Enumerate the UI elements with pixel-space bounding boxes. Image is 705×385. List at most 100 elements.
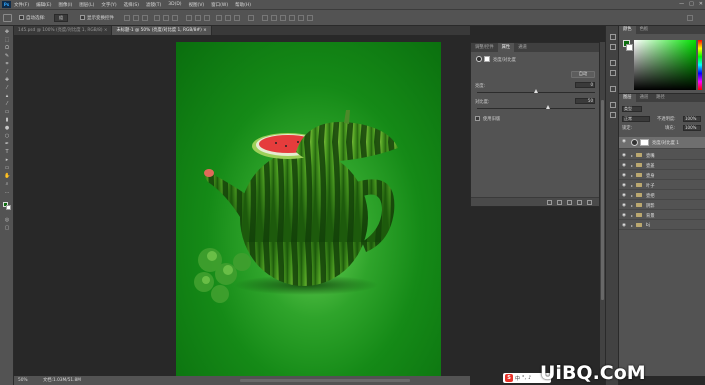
horizontal-scrollbar[interactable] bbox=[240, 379, 410, 382]
eye-icon[interactable]: ◉ bbox=[622, 173, 626, 178]
layer-group-row[interactable]: ◉ ▸ 阴影 bbox=[619, 201, 705, 210]
layer-group-row[interactable]: ◉ ▸ bj bbox=[619, 221, 705, 230]
3d-roll-icon[interactable] bbox=[280, 15, 286, 21]
layer-group-row[interactable]: ◉ ▸ 壶身 bbox=[619, 171, 705, 180]
eye-icon[interactable]: ◉ bbox=[622, 183, 626, 188]
maximize-button[interactable]: □ bbox=[689, 1, 694, 7]
paragraph-icon[interactable] bbox=[610, 86, 616, 92]
expand-arrow-icon[interactable]: ▸ bbox=[631, 153, 633, 158]
microphone-icon[interactable]: ♪ bbox=[528, 375, 531, 381]
menu-3d[interactable]: 3D(D) bbox=[168, 2, 181, 7]
menu-layer[interactable]: 图层(L) bbox=[79, 2, 94, 8]
zoom-tool-icon[interactable]: ⌕ bbox=[4, 182, 10, 187]
close-button[interactable]: ✕ bbox=[699, 1, 703, 7]
expand-arrow-icon[interactable]: ▸ bbox=[631, 173, 633, 178]
layer-filter-dropdown[interactable]: 类型 bbox=[622, 106, 642, 112]
pen-tool-icon[interactable]: ✒ bbox=[4, 142, 10, 147]
brightness-field[interactable]: 0 bbox=[575, 82, 595, 88]
3d-slide-icon[interactable] bbox=[298, 15, 304, 21]
3d-scale-icon[interactable] bbox=[307, 15, 313, 21]
eye-icon[interactable]: ◉ bbox=[622, 203, 626, 208]
distribute-middle-icon[interactable] bbox=[195, 15, 201, 21]
menu-help[interactable]: 帮助(H) bbox=[235, 2, 251, 8]
fill-field[interactable]: 100% bbox=[683, 125, 701, 131]
expand-arrow-icon[interactable]: ▸ bbox=[631, 163, 633, 168]
tab-layers[interactable]: 图层 bbox=[619, 94, 636, 102]
character-icon[interactable] bbox=[610, 70, 616, 76]
menu-edit[interactable]: 编辑(E) bbox=[36, 2, 51, 8]
distribute-right-icon[interactable] bbox=[234, 15, 240, 21]
move-tool-preset-icon[interactable] bbox=[3, 14, 12, 22]
brush-presets-icon[interactable] bbox=[610, 60, 616, 66]
actions-icon[interactable] bbox=[610, 44, 616, 50]
align-middle-icon[interactable] bbox=[133, 15, 139, 21]
color-field[interactable] bbox=[634, 40, 696, 90]
tab-layer-channels[interactable]: 通道 bbox=[636, 94, 653, 102]
clone-stamp-tool-icon[interactable]: ▴ bbox=[4, 94, 10, 99]
blend-mode-dropdown[interactable]: 正常 bbox=[622, 116, 650, 122]
tab-color[interactable]: 颜色 bbox=[619, 26, 636, 34]
tab-channels[interactable]: 通道 bbox=[514, 43, 531, 52]
move-tool-icon[interactable]: ✥ bbox=[4, 30, 10, 35]
healing-brush-tool-icon[interactable]: ✚ bbox=[4, 78, 10, 83]
menu-type[interactable]: 文字(Y) bbox=[101, 2, 116, 8]
eraser-tool-icon[interactable]: ▭ bbox=[4, 110, 10, 115]
contrast-field[interactable]: 50 bbox=[575, 98, 595, 104]
minimize-button[interactable]: — bbox=[679, 1, 684, 7]
clip-to-layer-icon[interactable] bbox=[547, 200, 552, 205]
quick-mask-icon[interactable]: ◎ bbox=[4, 218, 10, 223]
reset-icon[interactable] bbox=[567, 200, 572, 205]
eye-icon[interactable]: ◉ bbox=[622, 193, 626, 198]
screen-mode-icon[interactable]: ▢ bbox=[4, 226, 10, 231]
doc-tab-1[interactable]: 145.psd @ 100% (亮度/对比度 1, RGB/8) × bbox=[14, 26, 113, 35]
menu-filter[interactable]: 滤镜(T) bbox=[146, 2, 161, 8]
shape-tool-icon[interactable]: ▭ bbox=[4, 166, 10, 171]
type-tool-icon[interactable]: T bbox=[4, 150, 10, 155]
history-brush-tool-icon[interactable]: ⁄ bbox=[4, 102, 10, 107]
eye-icon[interactable]: ◉ bbox=[622, 213, 626, 218]
layer-group-row[interactable]: ◉ ▸ 背景 bbox=[619, 211, 705, 220]
mask-icon[interactable] bbox=[484, 56, 490, 62]
menu-select[interactable]: 选择(S) bbox=[124, 2, 139, 8]
layer-group-row[interactable]: ◉ ▸ 壶嘴 bbox=[619, 151, 705, 160]
crop-tool-icon[interactable]: ⌗ bbox=[4, 62, 10, 67]
tab-swatches[interactable]: 色板 bbox=[636, 26, 653, 34]
document-canvas[interactable] bbox=[176, 42, 441, 376]
auto-select-dropdown[interactable]: 组 bbox=[54, 14, 68, 22]
layer-mask-thumbnail[interactable] bbox=[640, 139, 649, 146]
layer-group-row[interactable]: ◉ ▸ 壶盖 bbox=[619, 161, 705, 170]
3d-pan-icon[interactable] bbox=[289, 15, 295, 21]
gradient-tool-icon[interactable]: ▮ bbox=[4, 118, 10, 123]
background-swatch[interactable] bbox=[6, 205, 11, 210]
tab-adjustments[interactable]: 调整/控件 bbox=[471, 43, 498, 52]
view-previous-icon[interactable] bbox=[557, 200, 562, 205]
hand-tool-icon[interactable]: ✋ bbox=[4, 174, 10, 179]
path-select-tool-icon[interactable]: ▸ bbox=[4, 158, 10, 163]
distribute-center-icon[interactable] bbox=[225, 15, 231, 21]
3d-rotate-icon[interactable] bbox=[271, 15, 277, 21]
auto-button[interactable]: 自动 bbox=[571, 71, 595, 78]
layer-group-row[interactable]: ◉ ▸ 叶子 bbox=[619, 181, 705, 190]
align-bottom-icon[interactable] bbox=[142, 15, 148, 21]
navigator-icon[interactable] bbox=[610, 112, 616, 118]
delete-icon[interactable] bbox=[587, 200, 592, 205]
expand-arrow-icon[interactable]: ▸ bbox=[631, 183, 633, 188]
legacy-checkbox[interactable] bbox=[475, 116, 480, 121]
align-left-icon[interactable] bbox=[154, 15, 160, 21]
3d-mode-icon[interactable] bbox=[262, 15, 268, 21]
expand-arrow-icon[interactable]: ▸ bbox=[631, 203, 633, 208]
zoom-readout[interactable]: 50% bbox=[18, 378, 28, 383]
menu-file[interactable]: 文件(F) bbox=[14, 2, 29, 8]
menu-view[interactable]: 视图(V) bbox=[189, 2, 205, 8]
layer-row-brightness-contrast[interactable]: ◉ 亮度/对比度 1 bbox=[619, 137, 705, 149]
show-transform-checkbox[interactable] bbox=[80, 15, 85, 20]
punctuation-icon[interactable]: °, bbox=[522, 375, 526, 381]
marquee-tool-icon[interactable]: ⬚ bbox=[4, 38, 10, 43]
expand-arrow-icon[interactable]: ▸ bbox=[631, 193, 633, 198]
distribute-left-icon[interactable] bbox=[216, 15, 222, 21]
menu-window[interactable]: 窗口(W) bbox=[211, 2, 228, 8]
dodge-tool-icon[interactable]: ○ bbox=[4, 134, 10, 139]
align-right-icon[interactable] bbox=[172, 15, 178, 21]
lasso-tool-icon[interactable]: ᘯ bbox=[4, 46, 10, 51]
tab-paths[interactable]: 路径 bbox=[652, 94, 669, 102]
